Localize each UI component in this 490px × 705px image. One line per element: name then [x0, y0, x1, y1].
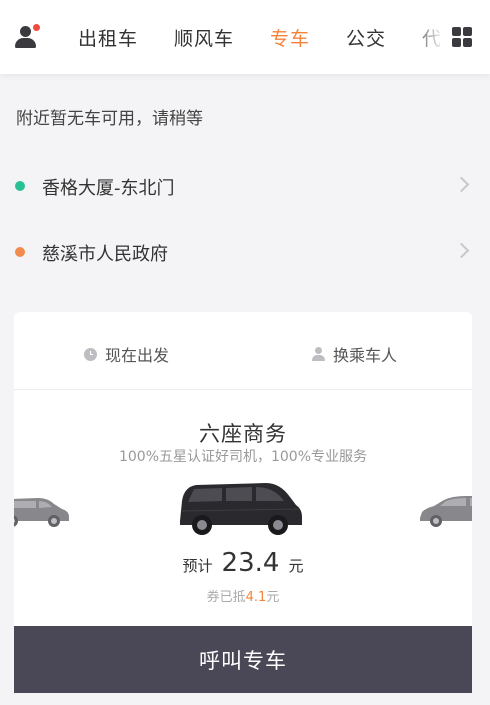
user-profile-icon[interactable]	[14, 24, 44, 50]
top-nav-bar: 出租车 顺风车 专车 公交 代驾	[0, 0, 490, 74]
tab-premier[interactable]: 专车	[252, 24, 328, 51]
grid-cell	[452, 38, 461, 47]
change-passenger-label: 换乘车人	[333, 346, 398, 365]
grid-cell	[452, 27, 461, 36]
minivan-icon	[180, 483, 302, 535]
price-value: 23.4	[221, 548, 280, 578]
coupon-amount: 4.1	[245, 590, 267, 605]
grid-menu-icon[interactable]	[452, 27, 472, 47]
user-body-shape	[15, 38, 36, 48]
end-dot-icon	[15, 247, 25, 257]
call-car-button[interactable]: 呼叫专车	[14, 626, 472, 693]
person-icon	[312, 347, 325, 361]
coupon-discount: 券已抵4.1元	[14, 586, 472, 605]
chevron-right-icon	[453, 176, 470, 193]
estimated-price: 预计 23.4 元	[14, 548, 472, 578]
start-dot-icon	[15, 181, 25, 191]
tab-bus[interactable]: 公交	[328, 24, 404, 51]
notification-dot	[33, 24, 40, 31]
coupon-prefix: 券已抵	[206, 590, 246, 605]
price-unit: 元	[288, 557, 304, 575]
ride-options-row: 现在出发 换乘车人	[14, 312, 472, 390]
car-type-subtitle: 100%五星认证好司机，100%专业服务	[118, 449, 368, 465]
tab-taxi[interactable]: 出租车	[60, 24, 156, 51]
depart-time-option[interactable]: 现在出发	[84, 342, 169, 366]
car-type-title: 六座商务	[199, 422, 287, 446]
service-tabs: 出租车 顺风车 专车 公交 代驾	[60, 0, 440, 74]
coupon-unit: 元	[266, 590, 280, 605]
grid-cell	[463, 38, 472, 47]
start-location-row[interactable]: 香格大厦-东北门	[0, 166, 490, 206]
tabs-fade-overlay	[410, 0, 450, 74]
price-label: 预计	[182, 557, 213, 575]
start-location-label: 香格大厦-东北门	[42, 178, 175, 199]
ride-card: 现在出发 换乘车人 六座商务 100%五星认证好司机，100%专业服务 预计 2…	[14, 312, 472, 626]
user-head-shape	[20, 26, 31, 37]
chevron-right-icon	[453, 242, 470, 259]
availability-status: 附近暂无车可用，请稍等	[16, 109, 203, 129]
end-location-row[interactable]: 慈溪市人民政府	[0, 232, 490, 272]
clock-icon	[84, 347, 97, 361]
grid-cell	[463, 27, 472, 36]
tab-carpool[interactable]: 顺风车	[156, 24, 252, 51]
depart-time-label: 现在出发	[105, 346, 170, 365]
car-prev-icon[interactable]	[14, 492, 71, 530]
end-location-label: 慈溪市人民政府	[42, 244, 168, 265]
change-passenger-option[interactable]: 换乘车人	[312, 342, 397, 366]
car-next-icon[interactable]	[416, 492, 472, 530]
